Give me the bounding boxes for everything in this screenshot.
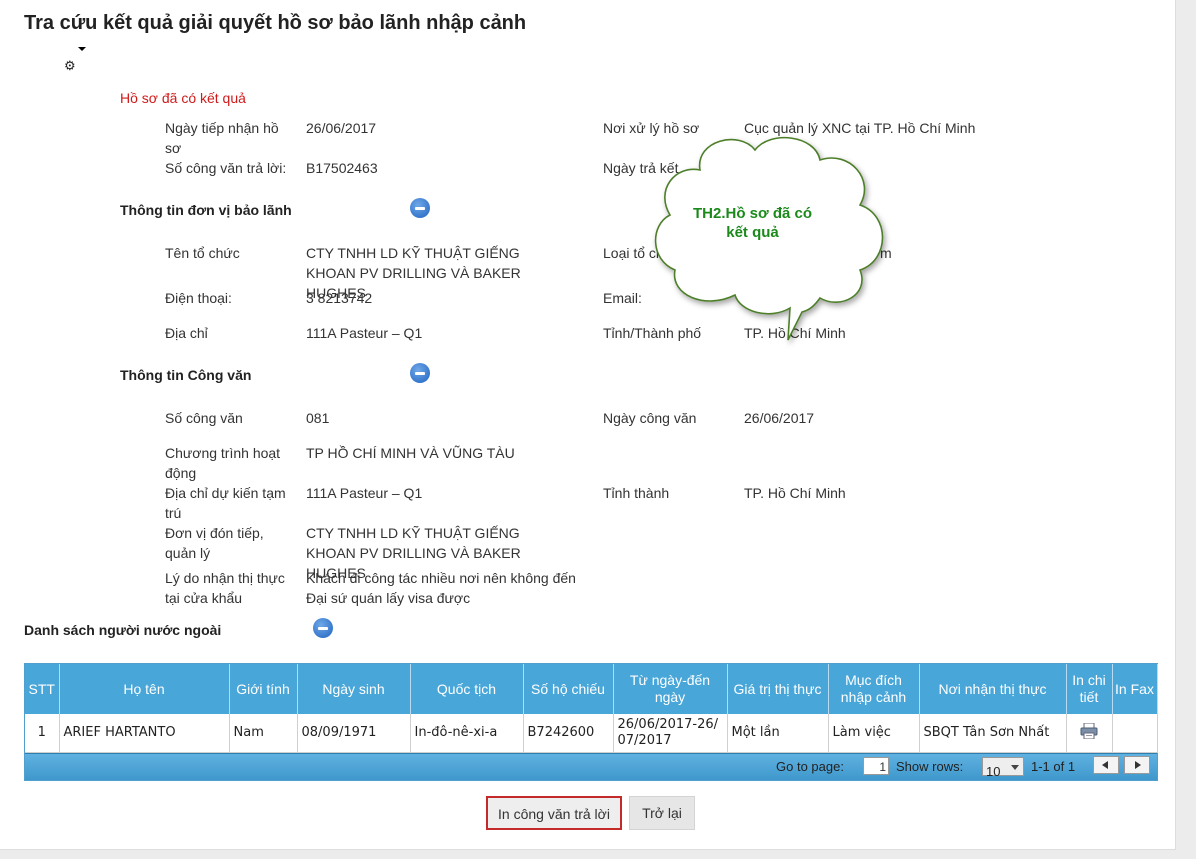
program-value: TP HỒ CHÍ MINH VÀ VŨNG TÀU [306, 445, 515, 461]
letter-no-value: 081 [306, 410, 330, 426]
host-unit-label: Đơn vị đón tiếp, quản lý [165, 525, 264, 561]
rows-per-page-value: 10 [986, 764, 1001, 779]
letter-no-label: Số công văn [165, 410, 243, 426]
city-label: Tỉnh thành [603, 485, 670, 501]
address-value: 111A Pasteur – Q1 [306, 325, 423, 341]
cell-dob: 08/09/1971 [297, 714, 411, 753]
col-header: In Fax [1112, 664, 1158, 714]
page-range-text: 1-1 of 1 [1031, 759, 1076, 774]
next-page-button[interactable] [1124, 756, 1150, 774]
letter-date-value: 26/06/2017 [744, 410, 815, 426]
cell-period: 26/06/2017-26/07/2017 [613, 714, 728, 753]
city-value: TP. Hồ Chí Minh [744, 485, 846, 501]
visa-reason-label: Lý do nhận thị thực tại cửa khẩu [165, 570, 285, 606]
foreigners-section-title: Danh sách người nước ngoài [24, 622, 222, 638]
table-header-row: STT Họ tên Giới tính Ngày sinh Quốc tịch… [25, 664, 1158, 714]
main-panel: Tra cứu kết quả giải quyết hồ sơ bảo lãn… [0, 0, 1176, 850]
temp-address-value: 111A Pasteur – Q1 [306, 485, 423, 501]
status-text: Hồ sơ đã có kết quả [120, 90, 246, 106]
cell-stt: 1 [25, 714, 60, 753]
foreigners-table: STT Họ tên Giới tính Ngày sinh Quốc tịch… [24, 663, 1158, 781]
pagination-bar: Go to page: 1 Show rows: 10 1-1 of 1 [25, 753, 1157, 780]
collapse-letter-icon[interactable] [410, 363, 430, 383]
col-header: STT [25, 664, 60, 714]
reply-no-value: B17502463 [306, 160, 378, 176]
col-header: Họ tên [59, 664, 230, 714]
address-label: Địa chỉ [165, 325, 208, 341]
program-label: Chương trình hoạt động [165, 445, 281, 481]
org-name-label: Tên tổ chức [165, 245, 240, 261]
col-header: Từ ngày-đến ngày [613, 664, 728, 714]
printer-icon[interactable] [1080, 722, 1098, 739]
print-reply-button[interactable]: In công văn trả lời [486, 796, 622, 830]
callout-text: TH2.Hồ sơ đã có kết quả [692, 205, 813, 241]
go-to-page-label: Go to page: [776, 759, 844, 774]
phone-value: 3 8213742 [306, 290, 373, 306]
gear-icon[interactable]: ⚙ [64, 58, 76, 74]
receive-date-value: 26/06/2017 [306, 120, 377, 136]
collapse-foreigners-icon[interactable] [313, 618, 333, 638]
show-rows-label: Show rows: [896, 759, 964, 774]
cell-name: ARIEF HARTANTO [59, 714, 230, 753]
back-button[interactable]: Trở lại [629, 796, 695, 830]
caret-down-icon[interactable] [78, 47, 86, 51]
guarantor-section-title: Thông tin đơn vị bảo lãnh [120, 202, 292, 218]
cell-print-fax [1112, 714, 1158, 753]
letter-date-label: Ngày công văn [603, 410, 697, 426]
letter-section-title: Thông tin Công văn [120, 367, 252, 383]
phone-label: Điện thoại: [165, 290, 232, 306]
cell-purpose: Làm việc [828, 714, 920, 753]
collapse-guarantor-icon[interactable] [410, 198, 430, 218]
table-row: 1 ARIEF HARTANTO Nam 08/09/1971 In-đô-nê… [25, 714, 1158, 753]
cell-nationality: In-đô-nê-xi-a [410, 714, 524, 753]
col-header: Ngày sinh [297, 664, 411, 714]
cell-visa-place: SBQT Tân Sơn Nhất [919, 714, 1067, 753]
col-header: Nơi nhận thị thực [919, 664, 1067, 714]
page-number-input[interactable]: 1 [863, 757, 889, 775]
cell-print-detail [1066, 714, 1113, 753]
receive-date-label: Ngày tiếp nhận hồ sơ [165, 120, 279, 156]
rows-per-page-select[interactable]: 10 [982, 757, 1024, 779]
cell-passport: B7242600 [523, 714, 614, 753]
page-title: Tra cứu kết quả giải quyết hồ sơ bảo lãn… [24, 12, 527, 34]
chevron-down-icon [1011, 765, 1019, 770]
prev-page-button[interactable] [1093, 756, 1119, 774]
temp-address-label: Địa chỉ dự kiến tạm trú [165, 485, 286, 521]
visa-reason-value: Khách đi công tác nhiều nơi nên không đế… [306, 570, 576, 606]
arrow-left-icon [1102, 761, 1108, 769]
arrow-right-icon [1135, 761, 1141, 769]
col-header: In chi tiết [1066, 664, 1113, 714]
reply-no-label: Số công văn trả lời: [165, 160, 287, 176]
col-header: Giá trị thị thực [727, 664, 829, 714]
cell-gender: Nam [229, 714, 298, 753]
col-header: Quốc tịch [410, 664, 524, 714]
col-header: Số hộ chiếu [523, 664, 614, 714]
cell-visa-value: Một lần [727, 714, 829, 753]
col-header: Giới tính [229, 664, 298, 714]
col-header: Mục đích nhập cảnh [828, 664, 920, 714]
